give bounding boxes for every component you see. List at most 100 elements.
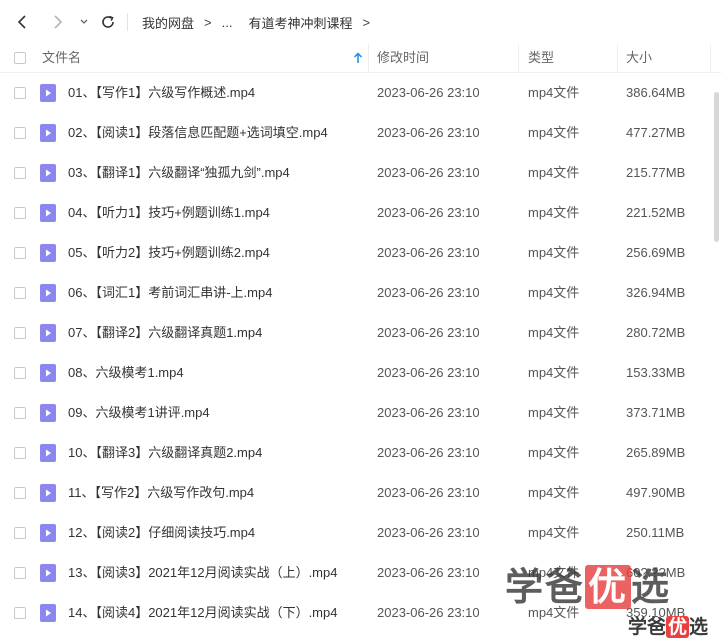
file-modified: 2023-06-26 23:10	[377, 205, 480, 220]
row-checkbox[interactable]	[14, 447, 26, 459]
file-row[interactable]: 05、【听力2】技巧+例题训练2.mp4 2023-06-26 23:10 mp4文…	[0, 233, 721, 273]
column-divider[interactable]	[368, 44, 369, 72]
watermark-highlight: 优	[585, 565, 632, 609]
row-checkbox[interactable]	[14, 247, 26, 259]
watermark-text: 选	[689, 616, 709, 638]
watermark-text: 学爸	[505, 565, 586, 609]
row-checkbox[interactable]	[14, 127, 26, 139]
column-divider[interactable]	[518, 44, 519, 72]
sort-ascending-icon[interactable]	[353, 52, 363, 64]
file-name[interactable]: 08、六级模考1.mp4	[68, 353, 184, 393]
file-type: mp4文件	[528, 365, 580, 380]
file-row[interactable]: 10、【翻译3】六级翻译真题2.mp4 2023-06-26 23:10 mp4文件…	[0, 433, 721, 473]
row-checkbox[interactable]	[14, 287, 26, 299]
column-header-size[interactable]: 大小	[626, 44, 652, 72]
row-checkbox[interactable]	[14, 167, 26, 179]
file-type: mp4文件	[528, 285, 580, 300]
file-size: 215.77MB	[626, 165, 686, 180]
file-name[interactable]: 13、【阅读3】2021年12月阅读实战（上）.mp4	[68, 553, 337, 593]
breadcrumb-current[interactable]: 有道考神冲刺课程	[244, 13, 356, 32]
file-name[interactable]: 14、【阅读4】2021年12月阅读实战（下）.mp4	[68, 593, 337, 633]
video-file-icon	[40, 284, 56, 302]
file-type: mp4文件	[528, 85, 580, 100]
scrollbar-thumb[interactable]	[714, 92, 719, 242]
file-type: mp4文件	[528, 165, 580, 180]
row-checkbox[interactable]	[14, 87, 26, 99]
file-modified: 2023-06-26 23:10	[377, 285, 480, 300]
refresh-button[interactable]	[97, 11, 119, 33]
file-name[interactable]: 03、【翻译1】六级翻译“独孤九剑”.mp4	[68, 153, 290, 193]
dropdown-button[interactable]	[73, 11, 95, 33]
column-divider[interactable]	[617, 44, 618, 72]
file-size: 256.69MB	[626, 245, 686, 260]
file-modified: 2023-06-26 23:10	[377, 485, 480, 500]
video-file-icon	[40, 204, 56, 222]
row-checkbox[interactable]	[14, 567, 26, 579]
file-type: mp4文件	[528, 125, 580, 140]
file-modified: 2023-06-26 23:10	[377, 605, 480, 620]
back-button[interactable]	[11, 11, 33, 33]
forward-button[interactable]	[47, 11, 69, 33]
video-file-icon	[40, 124, 56, 142]
file-name[interactable]: 07、【翻译2】六级翻译真题1.mp4	[68, 313, 262, 353]
file-row[interactable]: 09、六级模考1讲评.mp4 2023-06-26 23:10 mp4文件 373.7…	[0, 393, 721, 433]
scrollbar[interactable]	[711, 44, 721, 641]
row-checkbox[interactable]	[14, 407, 26, 419]
refresh-icon	[102, 15, 114, 28]
file-size: 477.27MB	[626, 125, 686, 140]
file-row[interactable]: 02、【阅读1】段落信息匹配题+选词填空.mp4 2023-06-26 23:10…	[0, 113, 721, 153]
file-row[interactable]: 03、【翻译1】六级翻译“独孤九剑”.mp4 2023-06-26 23:10 mp…	[0, 153, 721, 193]
file-type: mp4文件	[528, 325, 580, 340]
column-header-type[interactable]: 类型	[528, 44, 554, 72]
file-size: 250.11MB	[626, 525, 685, 540]
file-name[interactable]: 12、【阅读2】仔细阅读技巧.mp4	[68, 513, 255, 553]
file-row[interactable]: 06、【词汇1】考前词汇串讲-上.mp4 2023-06-26 23:10 mp4文…	[0, 273, 721, 313]
file-type: mp4文件	[528, 405, 580, 420]
file-row[interactable]: 01、【写作1】六级写作概述.mp4 2023-06-26 23:10 mp4文件 3…	[0, 73, 721, 113]
video-file-icon	[40, 404, 56, 422]
column-header-modified[interactable]: 修改时间	[377, 44, 429, 72]
row-checkbox[interactable]	[14, 367, 26, 379]
row-checkbox[interactable]	[14, 607, 26, 619]
select-all-checkbox[interactable]	[14, 52, 26, 64]
file-row[interactable]: 11、【写作2】六级写作改句.mp4 2023-06-26 23:10 mp4文件 4…	[0, 473, 721, 513]
file-name[interactable]: 02、【阅读1】段落信息匹配题+选词填空.mp4	[68, 113, 328, 153]
file-type: mp4文件	[528, 485, 580, 500]
file-modified: 2023-06-26 23:10	[377, 565, 480, 580]
row-checkbox[interactable]	[14, 527, 26, 539]
file-modified: 2023-06-26 23:10	[377, 125, 480, 140]
file-name[interactable]: 06、【词汇1】考前词汇串讲-上.mp4	[68, 273, 272, 313]
file-type: mp4文件	[528, 445, 580, 460]
file-name[interactable]: 10、【翻译3】六级翻译真题2.mp4	[68, 433, 262, 473]
file-modified: 2023-06-26 23:10	[377, 165, 480, 180]
file-name[interactable]: 05、【听力2】技巧+例题训练2.mp4	[68, 233, 270, 273]
row-checkbox[interactable]	[14, 487, 26, 499]
chevron-right-icon	[54, 15, 63, 29]
file-row[interactable]: 07、【翻译2】六级翻译真题1.mp4 2023-06-26 23:10 mp4文件…	[0, 313, 721, 353]
column-header-name[interactable]: 文件名	[42, 44, 81, 72]
file-type: mp4文件	[528, 245, 580, 260]
file-size: 386.64MB	[626, 85, 686, 100]
file-name[interactable]: 04、【听力1】技巧+例题训练1.mp4	[68, 193, 270, 233]
toolbar-divider	[127, 13, 128, 31]
caret-down-icon	[80, 19, 88, 24]
file-row[interactable]: 12、【阅读2】仔细阅读技巧.mp4 2023-06-26 23:10 mp4文件 2…	[0, 513, 721, 553]
breadcrumb-root[interactable]: 我的网盘	[138, 13, 198, 32]
top-bar: 我的网盘 > ... 有道考神冲刺课程 >	[0, 0, 721, 44]
file-row[interactable]: 04、【听力1】技巧+例题训练1.mp4 2023-06-26 23:10 mp4文…	[0, 193, 721, 233]
file-modified: 2023-06-26 23:10	[377, 525, 480, 540]
file-name[interactable]: 11、【写作2】六级写作改句.mp4	[68, 473, 254, 513]
file-name[interactable]: 09、六级模考1讲评.mp4	[68, 393, 210, 433]
file-size: 221.52MB	[626, 205, 686, 220]
watermark-logo-large: 学爸优选	[505, 556, 671, 611]
file-modified: 2023-06-26 23:10	[377, 405, 480, 420]
row-checkbox[interactable]	[14, 207, 26, 219]
video-file-icon	[40, 364, 56, 382]
file-row[interactable]: 08、六级模考1.mp4 2023-06-26 23:10 mp4文件 153.33M…	[0, 353, 721, 393]
breadcrumb-ellipsis[interactable]: ...	[218, 15, 237, 30]
video-file-icon	[40, 164, 56, 182]
file-name[interactable]: 01、【写作1】六级写作概述.mp4	[68, 73, 255, 113]
row-checkbox[interactable]	[14, 327, 26, 339]
file-modified: 2023-06-26 23:10	[377, 365, 480, 380]
file-modified: 2023-06-26 23:10	[377, 85, 480, 100]
